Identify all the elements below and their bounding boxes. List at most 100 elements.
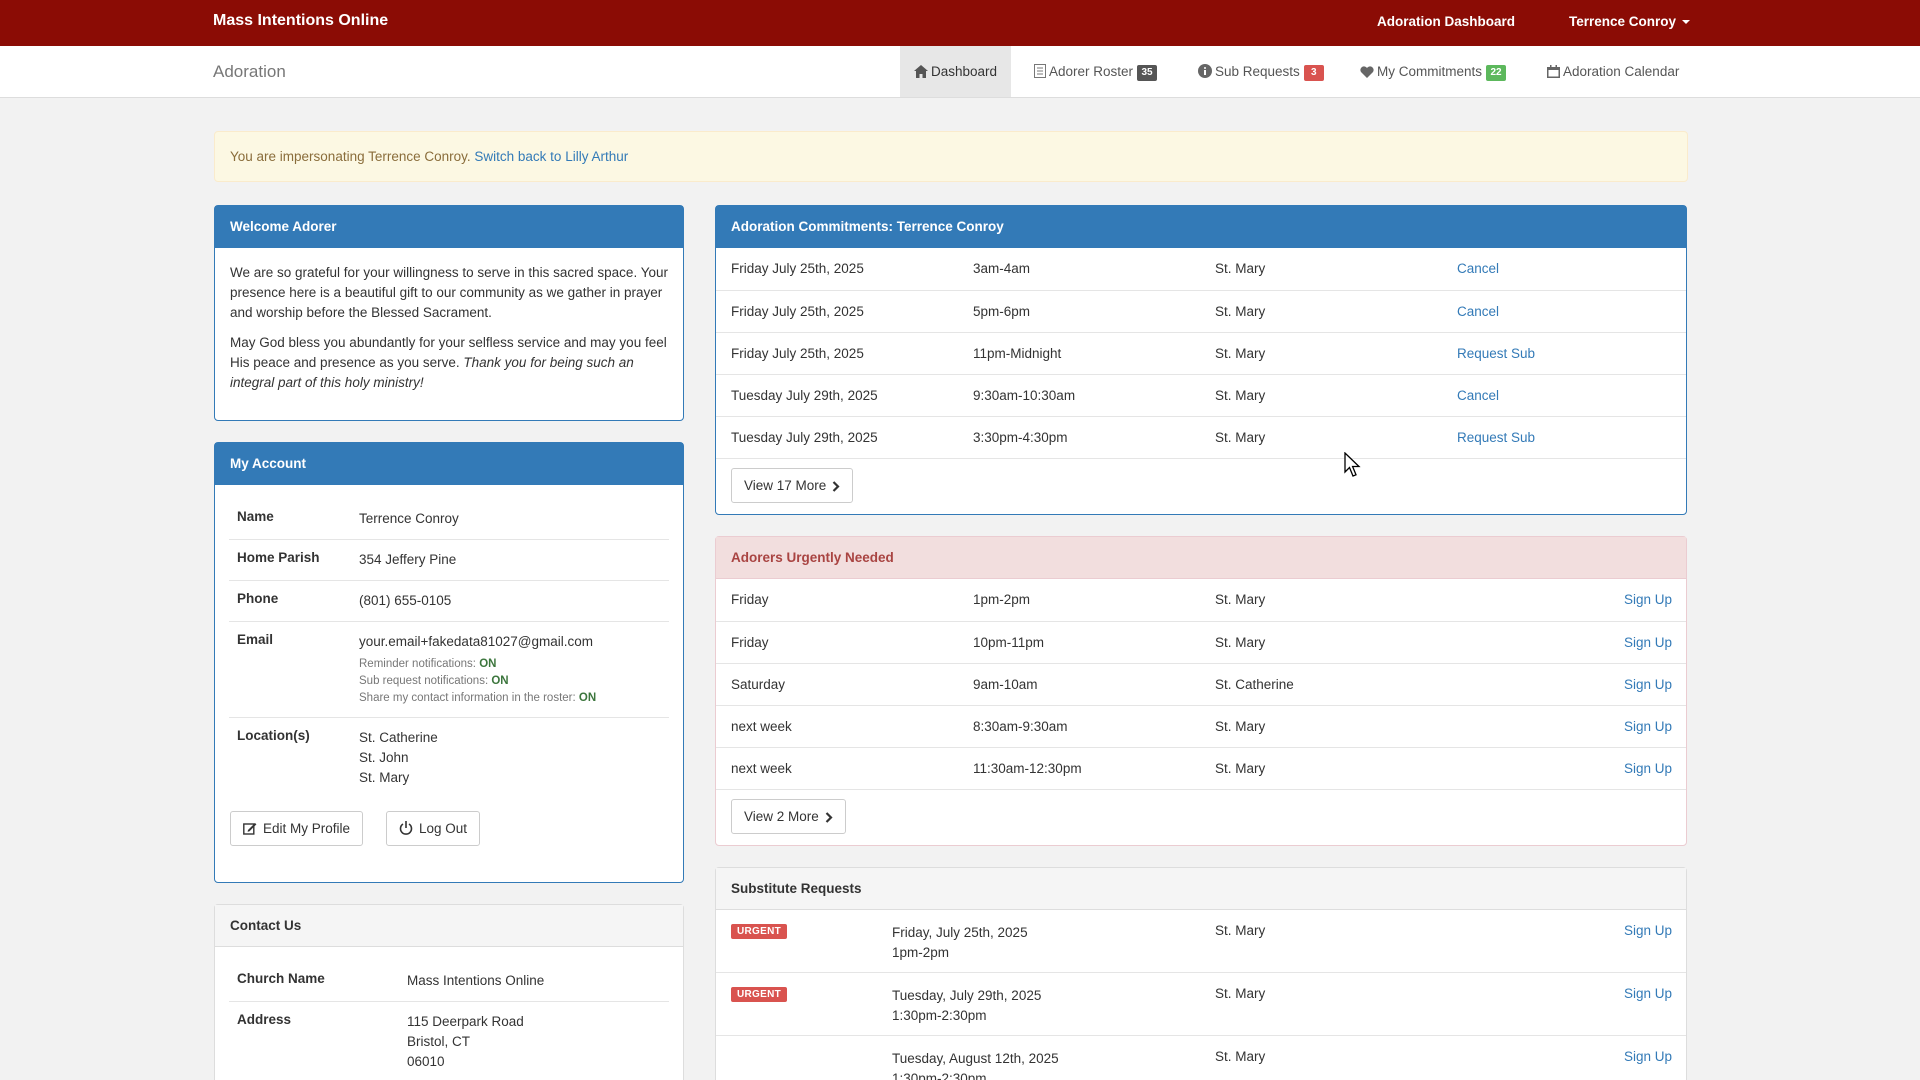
email-value: your.email+fakedata81027@gmail.com <box>359 634 593 649</box>
slot-time: 9am-10am <box>973 677 1038 692</box>
my-account-panel: My Account Name Terrence Conroy Home Par… <box>214 442 684 883</box>
brand-link[interactable]: Mass Intentions Online <box>213 12 388 30</box>
edit-profile-button[interactable]: Edit My Profile <box>230 811 364 846</box>
location-item: St. Mary <box>359 770 410 785</box>
address-row: Address 115 Deerpark Road Bristol, CT 06… <box>229 1001 669 1080</box>
top-navbar: Mass Intentions Online Adoration Dashboa… <box>0 0 1920 46</box>
tab-adoration-calendar[interactable]: Adoration Calendar <box>1533 46 1693 97</box>
slot-day: next week <box>731 719 792 734</box>
account-phone-row: Phone (801) 655-0105 <box>229 580 669 621</box>
view-more-commitments-button[interactable]: View 17 More <box>731 468 854 503</box>
impersonation-text: You are impersonating Terrence Conroy. <box>230 149 471 164</box>
tab-sub-requests[interactable]: Sub Requests 3 <box>1184 46 1338 97</box>
sign-up-link[interactable]: Sign Up <box>1624 986 1672 1001</box>
sign-up-link[interactable]: Sign Up <box>1624 635 1672 650</box>
commitment-time: 3:30pm-4:30pm <box>973 430 1068 445</box>
adoration-dashboard-link[interactable]: Adoration Dashboard <box>1377 14 1515 29</box>
locations-label: Location(s) <box>237 728 310 743</box>
tab-my-commitments-label: My Commitments <box>1377 64 1483 79</box>
sign-up-link[interactable]: Sign Up <box>1624 923 1672 938</box>
commitment-location: St. Mary <box>1215 388 1266 403</box>
info-circle-icon <box>1198 64 1212 78</box>
church-name-value: Mass Intentions Online <box>407 973 545 988</box>
sign-up-link[interactable]: Sign Up <box>1624 677 1672 692</box>
commitment-date: Tuesday July 29th, 2025 <box>731 388 878 403</box>
mouse-cursor-icon <box>1344 452 1361 477</box>
urgent-slot-row: Friday 1pm-2pm St. Mary Sign Up <box>716 579 1686 621</box>
sub-request-datetime: Tuesday, August 12th, 2025 1:30pm-2:30pm <box>892 1051 1059 1080</box>
sub-request-row: Tuesday, August 12th, 2025 1:30pm-2:30pm … <box>716 1035 1686 1080</box>
impersonation-alert: You are impersonating Terrence Conroy. S… <box>214 131 1688 182</box>
sub-requests-count-badge: 3 <box>1303 65 1324 81</box>
logout-label: Log Out <box>419 821 468 836</box>
urgent-badge: URGENT <box>731 924 788 939</box>
request-sub-link[interactable]: Request Sub <box>1457 346 1535 361</box>
commitment-time: 9:30am-10:30am <box>973 388 1076 403</box>
church-name-label: Church Name <box>237 971 325 986</box>
urgently-needed-panel: Adorers Urgently Needed Friday 1pm-2pm S… <box>715 536 1687 846</box>
view-more-urgent-button[interactable]: View 2 More <box>731 799 846 834</box>
welcome-paragraph-1: We are so grateful for your willingness … <box>230 265 668 320</box>
calendar-icon <box>1547 65 1560 78</box>
church-name-row: Church Name Mass Intentions Online <box>229 961 669 1001</box>
contact-us-panel: Contact Us Church Name Mass Intentions O… <box>214 904 684 1080</box>
commitment-date: Friday July 25th, 2025 <box>731 346 864 361</box>
cancel-link[interactable]: Cancel <box>1457 304 1499 319</box>
section-title: Adoration <box>213 62 286 81</box>
account-parish-row: Home Parish 354 Jeffery Pine <box>229 539 669 580</box>
view-more-commitments-label: View 17 More <box>744 478 827 493</box>
urgent-badge: URGENT <box>731 987 788 1002</box>
switch-back-link[interactable]: Switch back to Lilly Arthur <box>474 149 628 164</box>
address-line: Bristol, CT <box>407 1034 471 1049</box>
edit-icon <box>243 823 257 835</box>
my-account-title: My Account <box>215 443 683 485</box>
sign-up-link[interactable]: Sign Up <box>1624 761 1672 776</box>
sign-up-link[interactable]: Sign Up <box>1624 719 1672 734</box>
request-sub-link[interactable]: Request Sub <box>1457 430 1535 445</box>
user-menu[interactable]: Terrence Conroy <box>1569 14 1691 29</box>
logout-button[interactable]: Log Out <box>386 811 481 846</box>
commitment-location: St. Mary <box>1215 261 1266 276</box>
sub-request-location: St. Mary <box>1215 923 1266 938</box>
commitment-time: 3am-4am <box>973 261 1031 276</box>
commitment-date: Friday July 25th, 2025 <box>731 261 864 276</box>
sub-request-datetime: Tuesday, July 29th, 2025 1:30pm-2:30pm <box>892 988 1042 1023</box>
home-icon <box>914 65 928 78</box>
tab-dashboard[interactable]: Dashboard <box>900 46 1012 97</box>
phone-label: Phone <box>237 591 279 606</box>
commitment-location: St. Mary <box>1215 346 1266 361</box>
sign-up-link[interactable]: Sign Up <box>1624 1049 1672 1064</box>
parish-value: 354 Jeffery Pine <box>359 552 457 567</box>
slot-location: St. Mary <box>1215 592 1266 607</box>
commitment-location: St. Mary <box>1215 430 1266 445</box>
account-locations-row: Location(s) St. Catherine St. John St. M… <box>229 717 669 798</box>
commitment-row: Friday July 25th, 2025 3am-4am St. Mary … <box>716 248 1686 290</box>
slot-time: 11:30am-12:30pm <box>973 761 1082 776</box>
commitments-count-badge: 22 <box>1486 65 1507 81</box>
tab-adorer-roster[interactable]: Adorer Roster 35 <box>1020 46 1171 97</box>
cancel-link[interactable]: Cancel <box>1457 388 1499 403</box>
urgent-slot-row: Friday 10pm-11pm St. Mary Sign Up <box>716 621 1686 663</box>
address-line: 115 Deerpark Road <box>407 1014 524 1029</box>
commitments-title: Adoration Commitments: Terrence Conroy <box>716 206 1686 248</box>
cancel-link[interactable]: Cancel <box>1457 261 1499 276</box>
slot-location: St. Mary <box>1215 761 1266 776</box>
slot-day: Friday <box>731 635 769 650</box>
tab-my-commitments[interactable]: My Commitments 22 <box>1346 46 1520 97</box>
slot-day: Saturday <box>731 677 786 692</box>
sign-up-link[interactable]: Sign Up <box>1624 592 1672 607</box>
slot-location: St. Catherine <box>1215 677 1294 692</box>
chevron-right-icon <box>833 481 840 492</box>
tab-adoration-calendar-label: Adoration Calendar <box>1563 64 1680 79</box>
sub-request-datetime: Friday, July 25th, 2025 1pm-2pm <box>892 925 1028 960</box>
email-label: Email <box>237 632 274 647</box>
chevron-right-icon <box>825 812 833 823</box>
view-more-urgent-label: View 2 More <box>744 809 819 824</box>
slot-day: Friday <box>731 592 769 607</box>
reminder-notification-status: Reminder notifications: ON <box>359 658 497 670</box>
slot-time: 8:30am-9:30am <box>973 719 1068 734</box>
commitment-time: 5pm-6pm <box>973 304 1031 319</box>
commitment-time: 11pm-Midnight <box>973 346 1062 361</box>
commitment-date: Tuesday July 29th, 2025 <box>731 430 878 445</box>
commitment-row: Tuesday July 29th, 2025 3:30pm-4:30pm St… <box>716 416 1686 458</box>
